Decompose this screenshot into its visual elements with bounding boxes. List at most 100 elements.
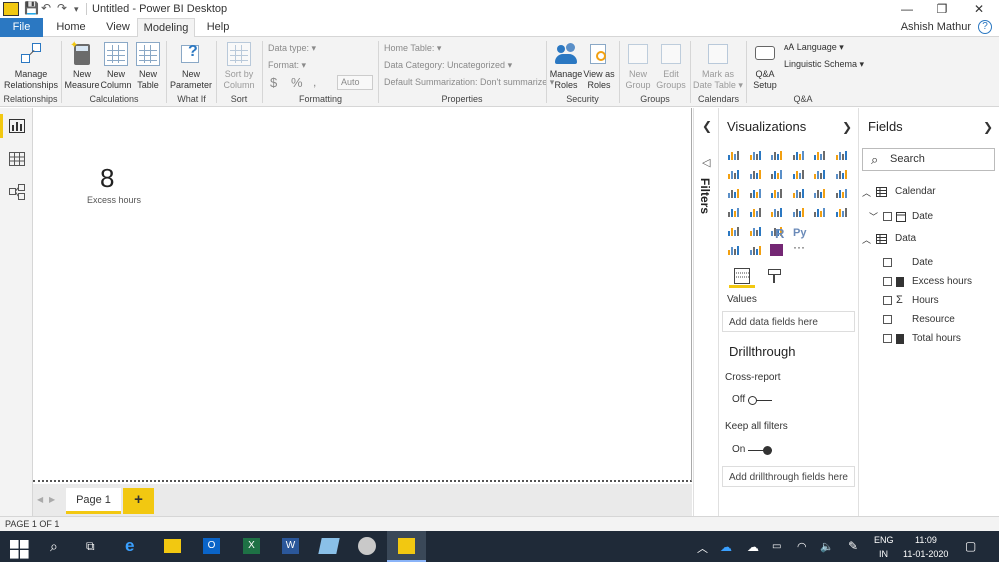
multi-row-card-icon[interactable]: [813, 206, 826, 218]
add-page-button[interactable]: +: [123, 488, 154, 514]
customize-toolbar-icon[interactable]: ▾: [74, 4, 79, 15]
expand-filters-icon[interactable]: ❮: [702, 119, 712, 133]
help-icon[interactable]: ?: [978, 20, 992, 34]
format-tab[interactable]: [767, 268, 785, 286]
clock-date[interactable]: 11-01-2020: [903, 549, 948, 559]
manage-roles-button[interactable]: Manage Roles: [549, 39, 583, 91]
funnel-chart-icon[interactable]: [749, 187, 762, 199]
percent-button[interactable]: %: [291, 75, 303, 90]
keep-all-filters-toggle[interactable]: On: [732, 444, 772, 455]
word-icon[interactable]: W: [282, 538, 299, 554]
minimize-button[interactable]: —: [890, 0, 924, 18]
filled-map-icon[interactable]: [749, 206, 762, 218]
cross-report-toggle[interactable]: Off: [732, 394, 772, 405]
field-checkbox[interactable]: [883, 315, 892, 324]
new-column-button[interactable]: New Column: [100, 39, 132, 91]
tab-file[interactable]: File: [0, 18, 43, 37]
treemap-icon[interactable]: [835, 187, 848, 199]
scatter-chart-icon[interactable]: [770, 187, 783, 199]
wifi-icon[interactable]: ◠: [797, 540, 807, 553]
edit-groups-button[interactable]: Edit Groups: [655, 39, 687, 91]
field-checkbox[interactable]: [883, 334, 892, 343]
sort-by-column-button[interactable]: Sort by Column: [218, 39, 260, 91]
kpi-icon[interactable]: [835, 206, 848, 218]
python-visual-icon[interactable]: Py: [793, 227, 806, 239]
stacked-area-chart-icon[interactable]: [770, 168, 783, 180]
key-influencers-icon[interactable]: [727, 244, 740, 256]
currency-button[interactable]: $: [270, 75, 277, 90]
data-view-icon[interactable]: [9, 152, 25, 166]
globe-icon[interactable]: [749, 244, 762, 256]
new-parameter-button[interactable]: ? New Parameter: [170, 39, 212, 91]
filters-pane[interactable]: ❮ ◁ Filters: [693, 108, 718, 516]
task-view-icon[interactable]: ⧉: [86, 539, 106, 559]
area-chart-icon[interactable]: [749, 168, 762, 180]
format-dropdown[interactable]: Format: ▾: [268, 60, 306, 71]
fields-well-tab[interactable]: [729, 266, 755, 288]
collapse-visualizations-icon[interactable]: ❯: [842, 120, 852, 134]
input-region[interactable]: IN: [879, 549, 888, 559]
tab-modeling[interactable]: Modeling: [137, 18, 195, 38]
mark-as-date-table-button[interactable]: Mark as Date Table ▾: [692, 39, 744, 91]
tab-home[interactable]: Home: [51, 18, 91, 37]
home-table-dropdown[interactable]: Home Table: ▾: [384, 43, 441, 54]
linguistic-schema-dropdown[interactable]: Linguistic Schema ▾: [784, 59, 864, 70]
default-summarization-dropdown[interactable]: Default Summarization: Don't summarize ▾: [384, 77, 554, 88]
volume-icon[interactable]: 🔈: [820, 540, 834, 553]
notifications-icon[interactable]: ▢: [965, 539, 976, 553]
scroll-left-icon[interactable]: ◀: [37, 495, 43, 504]
tab-view[interactable]: View: [99, 18, 137, 37]
drillthrough-drop-zone[interactable]: Add drillthrough fields here: [722, 466, 855, 487]
maximize-button[interactable]: ❐: [925, 0, 959, 18]
show-hidden-icons-icon[interactable]: ︿: [697, 540, 708, 556]
excel-icon[interactable]: X: [243, 538, 260, 554]
notes-app-icon[interactable]: [318, 538, 340, 554]
line-stacked-column-icon[interactable]: [813, 168, 826, 180]
tab-help[interactable]: Help: [201, 18, 235, 37]
more-visuals-icon[interactable]: ···: [793, 240, 805, 254]
clustered-column-chart-icon[interactable]: [792, 149, 805, 161]
qa-setup-button[interactable]: Q&A Setup: [749, 39, 781, 91]
comma-button[interactable]: ,: [313, 75, 316, 89]
100-column-chart-icon[interactable]: [835, 149, 848, 161]
field-checkbox[interactable]: [883, 296, 892, 305]
windows-start-icon[interactable]: [10, 540, 30, 560]
map-icon[interactable]: [727, 206, 740, 218]
pie-chart-icon[interactable]: [792, 187, 805, 199]
slicer-icon[interactable]: [727, 225, 740, 237]
redo-icon[interactable]: ↷: [57, 1, 67, 15]
pen-icon[interactable]: ✎: [848, 539, 858, 553]
power-apps-icon[interactable]: [770, 244, 783, 256]
report-canvas[interactable]: [33, 108, 692, 482]
stacked-column-chart-icon[interactable]: [749, 149, 762, 161]
input-language[interactable]: ENG: [874, 535, 894, 545]
gauge-icon[interactable]: [770, 206, 783, 218]
search-icon[interactable]: ⌕: [50, 538, 70, 558]
data-category-dropdown[interactable]: Data Category: Uncategorized ▾: [384, 60, 512, 71]
new-measure-button[interactable]: ✦ New Measure: [64, 39, 100, 91]
waterfall-chart-icon[interactable]: [727, 187, 740, 199]
field-checkbox[interactable]: [883, 258, 892, 267]
battery-icon[interactable]: ▭: [772, 541, 781, 552]
model-view-icon[interactable]: [9, 184, 25, 200]
power-bi-taskbar-button[interactable]: [387, 531, 426, 562]
card-icon[interactable]: [792, 206, 805, 218]
table-visual-icon[interactable]: [749, 225, 762, 237]
r-visual-icon[interactable]: R: [775, 226, 784, 241]
cloud-sync-icon[interactable]: ☁: [747, 540, 759, 554]
edge-browser-icon[interactable]: e: [125, 536, 145, 556]
100-bar-chart-icon[interactable]: [813, 149, 826, 161]
paint-app-icon[interactable]: [358, 537, 376, 555]
field-checkbox[interactable]: [883, 212, 892, 221]
fields-search-input[interactable]: ⌕ Search: [862, 148, 995, 171]
data-type-dropdown[interactable]: Data type: ▾: [268, 43, 316, 54]
page-tab-page-1[interactable]: Page 1: [66, 488, 121, 514]
new-table-button[interactable]: New Table: [133, 39, 163, 91]
onedrive-icon[interactable]: ☁: [720, 540, 732, 554]
field-checkbox[interactable]: [883, 277, 892, 286]
new-group-button[interactable]: New Group: [621, 39, 655, 91]
line-column-chart-icon[interactable]: [792, 168, 805, 180]
scroll-right-icon[interactable]: ▶: [49, 495, 55, 504]
card-visual-value[interactable]: 8: [100, 163, 114, 194]
values-drop-zone[interactable]: Add data fields here: [722, 311, 855, 332]
